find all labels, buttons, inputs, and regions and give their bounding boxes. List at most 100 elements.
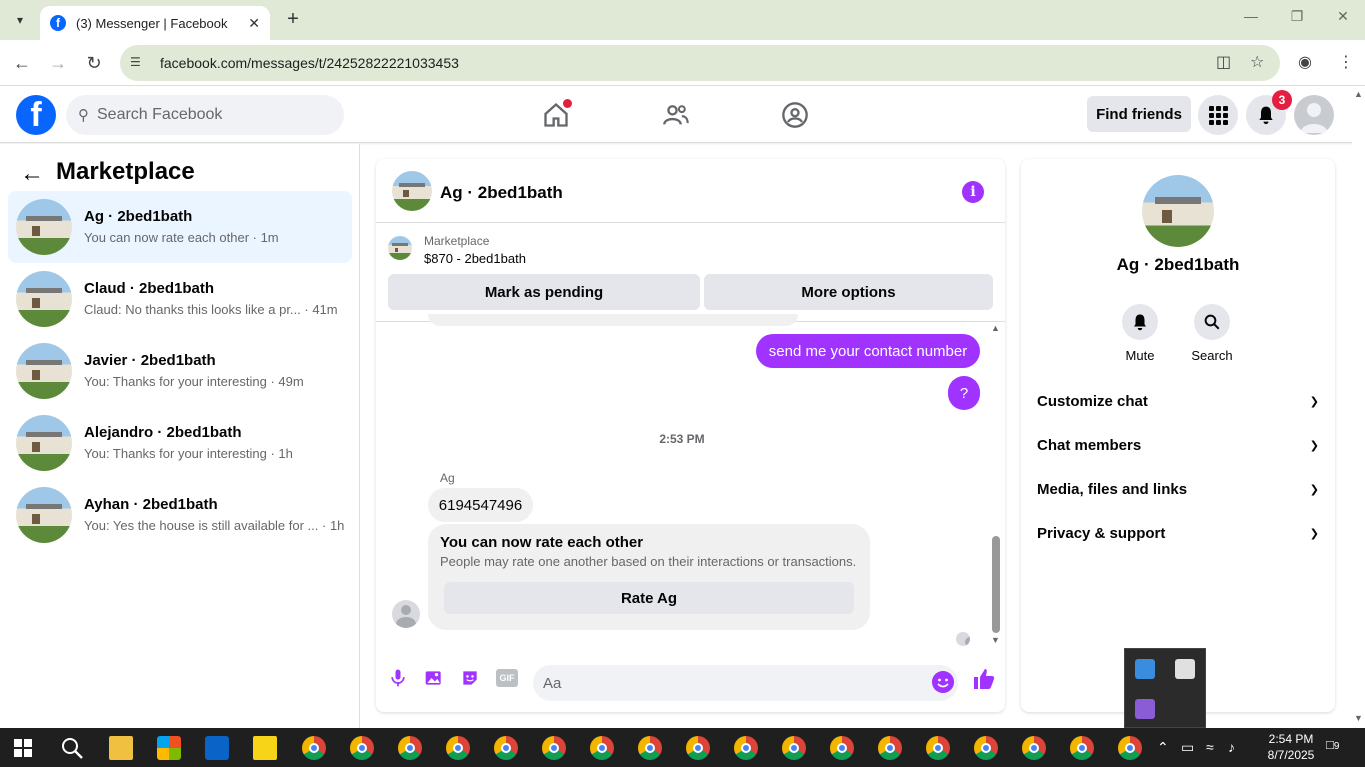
reload-icon[interactable]: ↻	[82, 51, 106, 75]
tab-list-chevron-icon[interactable]: ▾	[8, 8, 32, 32]
chrome-taskbar-icon[interactable]	[302, 736, 326, 760]
new-tab-button[interactable]: +	[282, 8, 304, 30]
conversation-item-claud[interactable]: Claud · 2bed1bath Claud: No thanks this …	[8, 263, 352, 335]
incoming-message[interactable]: 6194547496	[428, 488, 533, 522]
file-explorer-icon[interactable]	[109, 736, 133, 760]
taskbar-search-icon[interactable]	[60, 736, 84, 760]
conversation-item-ag[interactable]: Ag · 2bed1bath You can now rate each oth…	[8, 191, 352, 263]
groups-icon[interactable]	[781, 101, 809, 129]
security-shield-icon[interactable]	[1175, 659, 1195, 679]
scroll-down-icon[interactable]: ▼	[991, 635, 1000, 645]
search-placeholder: Search Facebook	[97, 106, 223, 123]
chrome-taskbar-icon[interactable]	[494, 736, 518, 760]
listing-thumbnail[interactable]	[388, 236, 412, 260]
chrome-taskbar-icon[interactable]	[542, 736, 566, 760]
chrome-taskbar-icon[interactable]	[686, 736, 710, 760]
chrome-taskbar-icon[interactable]	[638, 736, 662, 760]
chrome-taskbar-icon[interactable]	[1022, 736, 1046, 760]
rate-each-other-card: You can now rate each other People may r…	[428, 524, 870, 630]
feather-app-icon[interactable]	[1135, 699, 1155, 719]
browser-tab[interactable]: f (3) Messenger | Facebook ✕	[40, 6, 270, 40]
privacy-support-section[interactable]: Privacy & support ❯	[1037, 513, 1319, 553]
outlook-icon[interactable]	[205, 736, 229, 760]
notification-center-icon[interactable]: □9	[1326, 737, 1339, 752]
tray-app-icon[interactable]	[1135, 659, 1155, 679]
rate-ag-button[interactable]: Rate Ag	[444, 582, 854, 614]
mark-as-pending-button[interactable]: Mark as pending	[388, 274, 700, 310]
chrome-taskbar-icon[interactable]	[830, 736, 854, 760]
emoji-icon[interactable]	[932, 671, 954, 693]
minimize-icon[interactable]: —	[1236, 8, 1266, 24]
conversation-item-javier[interactable]: Javier · 2bed1bath You: Thanks for your …	[8, 335, 352, 407]
install-app-icon[interactable]: ◫	[1216, 52, 1231, 72]
scroll-down-icon[interactable]: ▼	[1354, 713, 1363, 723]
sticker-icon[interactable]	[460, 668, 480, 688]
chat-avatar[interactable]	[392, 171, 432, 211]
taskbar-clock[interactable]: 2:54 PM 8/7/2025	[1256, 731, 1326, 763]
thumbs-up-icon[interactable]	[972, 667, 996, 691]
chrome-taskbar-icon[interactable]	[878, 736, 902, 760]
close-tab-icon[interactable]: ✕	[248, 15, 260, 32]
find-friends-button[interactable]: Find friends	[1087, 96, 1191, 132]
facebook-logo-icon[interactable]: f	[16, 95, 56, 135]
chrome-taskbar-icon[interactable]	[350, 736, 374, 760]
search-conversation-button[interactable]: Search	[1182, 304, 1242, 363]
chat-title[interactable]: Ag · 2bed1bath	[440, 183, 563, 203]
conversation-item-alejandro[interactable]: Alejandro · 2bed1bath You: Thanks for yo…	[8, 407, 352, 479]
chrome-taskbar-icon[interactable]	[974, 736, 998, 760]
scroll-up-icon[interactable]: ▲	[1354, 89, 1363, 99]
chrome-taskbar-icon[interactable]	[1070, 736, 1094, 760]
media-files-links-section[interactable]: Media, files and links ❯	[1037, 469, 1319, 509]
chrome-taskbar-icon[interactable]	[782, 736, 806, 760]
browser-menu-icon[interactable]: ⋮	[1338, 52, 1354, 72]
customize-chat-section[interactable]: Customize chat ❯	[1037, 381, 1319, 421]
bookmark-star-icon[interactable]: ☆	[1250, 52, 1264, 72]
profile-icon[interactable]: ◉	[1298, 52, 1312, 72]
close-window-icon[interactable]: ✕	[1328, 8, 1358, 25]
listing-price-title[interactable]: $870 - 2bed1bath	[424, 251, 526, 266]
account-avatar[interactable]	[1294, 95, 1334, 135]
chat-scrollbar[interactable]: ▲ ▼	[990, 323, 1002, 649]
friends-icon[interactable]	[662, 101, 690, 129]
facebook-favicon-icon: f	[50, 15, 66, 31]
menu-grid-icon[interactable]	[1198, 95, 1238, 135]
gif-icon[interactable]: GIF	[496, 669, 518, 687]
scroll-thumb[interactable]	[992, 536, 1000, 633]
chrome-taskbar-icon[interactable]	[926, 736, 950, 760]
contact-avatar[interactable]	[1142, 175, 1214, 247]
battery-icon[interactable]: ▭	[1181, 739, 1194, 756]
outgoing-message[interactable]: send me your contact number	[756, 334, 980, 368]
photo-icon[interactable]	[424, 668, 444, 688]
back-arrow-icon[interactable]: ←	[20, 160, 44, 188]
chrome-taskbar-icon[interactable]	[1118, 736, 1142, 760]
tray-overflow-chevron-icon[interactable]: ⌃	[1157, 739, 1169, 756]
mute-button[interactable]: Mute	[1110, 304, 1170, 363]
message-input[interactable]: Aa	[533, 665, 958, 701]
chat-members-section[interactable]: Chat members ❯	[1037, 425, 1319, 465]
chrome-taskbar-icon[interactable]	[446, 736, 470, 760]
outgoing-message[interactable]: ?	[948, 376, 980, 410]
sticky-notes-icon[interactable]	[253, 736, 277, 760]
forward-icon[interactable]: →	[46, 51, 70, 75]
more-options-button[interactable]: More options	[704, 274, 993, 310]
facebook-search-input[interactable]: ⚲ Search Facebook	[66, 95, 344, 135]
scroll-up-icon[interactable]: ▲	[991, 323, 1000, 333]
page-scrollbar[interactable]: ▲ ▼	[1352, 87, 1365, 728]
message-composer: GIF Aa	[376, 653, 1005, 712]
microsoft-store-icon[interactable]	[157, 736, 181, 760]
wifi-icon[interactable]: ≈	[1206, 739, 1214, 755]
chrome-taskbar-icon[interactable]	[734, 736, 758, 760]
microphone-icon[interactable]	[388, 668, 408, 688]
conversation-item-ayhan[interactable]: Ayhan · 2bed1bath You: Yes the house is …	[8, 479, 352, 551]
maximize-icon[interactable]: ❐	[1282, 8, 1312, 25]
conversation-name: Ayhan · 2bed1bath	[84, 496, 218, 513]
chrome-taskbar-icon[interactable]	[590, 736, 614, 760]
windows-start-icon[interactable]	[14, 739, 32, 757]
site-settings-icon[interactable]: ☰	[130, 55, 146, 71]
back-icon[interactable]: ←	[10, 51, 34, 75]
info-icon[interactable]: i	[962, 181, 984, 203]
conversation-snippet: You: Thanks for your interesting · 1h	[84, 446, 293, 461]
volume-icon[interactable]: ♪	[1228, 739, 1235, 755]
url-input[interactable]: ☰ facebook.com/messages/t/24252822221033…	[120, 45, 1280, 81]
chrome-taskbar-icon[interactable]	[398, 736, 422, 760]
